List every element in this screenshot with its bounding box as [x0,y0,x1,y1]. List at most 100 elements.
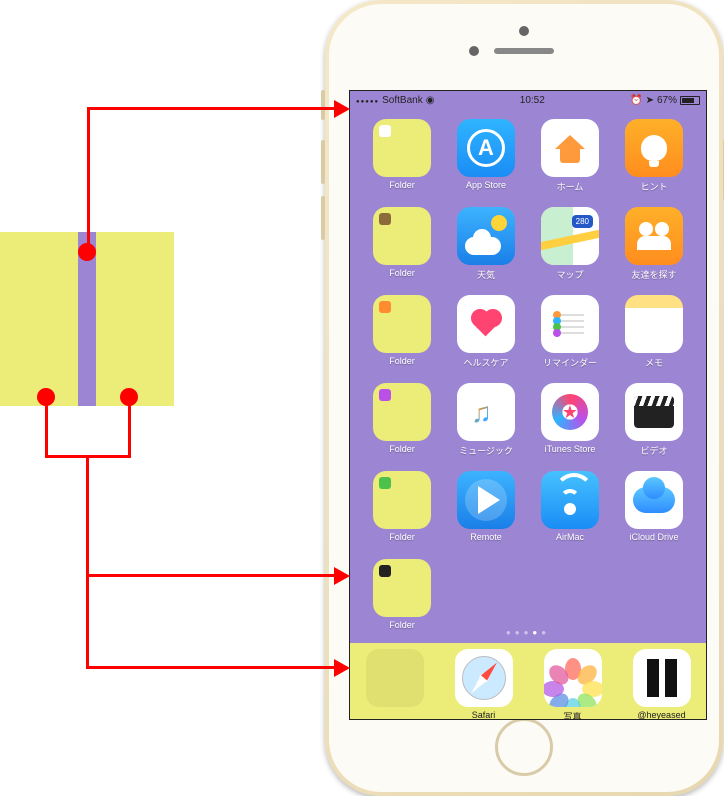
page-indicator[interactable]: ●●●●● [350,628,706,637]
app-label: ヒント [640,180,667,193]
app-friends-1-3[interactable]: 友達を探す [623,207,685,281]
health-icon[interactable] [457,295,515,353]
maps-icon[interactable] [541,207,599,265]
folder-icon[interactable] [373,119,431,177]
folder-icon[interactable] [373,471,431,529]
app-label: メモ [645,356,663,369]
carrier-label: SoftBank [382,95,423,106]
arrow1-v [87,107,90,252]
appstore-icon[interactable]: A [457,119,515,177]
home-icon[interactable] [541,119,599,177]
dock-label: Safari [472,710,496,720]
arrow3-head [334,659,350,677]
icloud-icon[interactable] [625,471,683,529]
app-label: App Store [466,180,506,190]
app-videos-3-3[interactable]: ビデオ [623,383,685,457]
app-music-3-1[interactable]: ミュージック [455,383,517,457]
dock-label: 写真 [563,710,581,720]
airmac-icon[interactable] [541,471,599,529]
friends-icon[interactable] [625,207,683,265]
folder-icon[interactable] [373,207,431,265]
app-label: Folder [389,180,415,190]
app-notes-2-3[interactable]: メモ [623,295,685,369]
dock-app-safari[interactable]: Safari [453,649,515,720]
volume-up-button [321,140,325,184]
arrow3-v [86,574,89,668]
status-bar: SoftBank ◉ 10:52 ⏰ ➤ 67% [350,91,706,109]
app-label: ビデオ [640,444,667,457]
notes-icon[interactable] [625,295,683,353]
app-home-0-2[interactable]: ホーム [539,119,601,193]
dock-app-dockfolder[interactable] [364,649,426,710]
arrow1-head [334,100,350,118]
music-icon[interactable] [457,383,515,441]
app-itunes-3-2[interactable]: iTunes Store [539,383,601,454]
dock-label: @heyeased [637,710,685,720]
node-top [78,243,96,261]
photos-icon[interactable] [544,649,602,707]
app-label: ホーム [557,180,584,193]
phone-frame: SoftBank ◉ 10:52 ⏰ ➤ 67% Folder A App Stor… [329,4,719,792]
earpiece-speaker [494,48,554,54]
app-icloud-4-3[interactable]: iCloud Drive [623,471,685,542]
app-remote-4-1[interactable]: Remote [455,471,517,542]
arrow2-h [86,574,334,577]
volume-down-button [321,196,325,240]
front-camera [469,46,479,56]
app-weather-1-1[interactable]: 天気 [455,207,517,281]
folder-icon[interactable] [373,383,431,441]
arrow3-h [86,666,334,669]
folder-icon[interactable] [373,295,431,353]
weather-icon[interactable] [457,207,515,265]
videos-icon[interactable] [625,383,683,441]
iphone-device: SoftBank ◉ 10:52 ⏰ ➤ 67% Folder A App Stor… [325,0,723,796]
app-label: Remote [470,532,502,542]
alarm-icon: ⏰ [630,95,642,106]
app-folder-2-0[interactable]: Folder [371,295,433,366]
arrow2-vright [128,397,131,457]
app-health-2-1[interactable]: ヘルスケア [455,295,517,369]
mute-switch [321,90,325,120]
node-bottom-right [120,388,138,406]
app-label: 友達を探す [631,268,676,281]
home-screen-grid[interactable]: Folder A App Store ホーム ヒント Folder 天気 マップ友達を探す Fo… [350,119,706,643]
folder-icon[interactable] [373,559,431,617]
safari-icon[interactable] [455,649,513,707]
reminders-icon[interactable] [541,295,599,353]
app-airmac-4-2[interactable]: AirMac [539,471,601,542]
wifi-icon: ◉ [426,95,435,106]
app-label: リマインダー [543,356,597,369]
app-label: Folder [389,268,415,278]
app-label: 天気 [477,268,495,281]
dock[interactable]: Safari 写真 @heyeased [350,643,706,719]
remote-icon[interactable] [457,471,515,529]
battery-icon [680,96,700,105]
app-label: iCloud Drive [629,532,678,542]
dockfolder-icon[interactable] [366,649,424,707]
signal-dots-icon [356,95,379,106]
itunes-icon[interactable] [541,383,599,441]
app-folder-0-0[interactable]: Folder [371,119,433,190]
dock-app-heyeased[interactable]: @heyeased [631,649,693,720]
app-folder-1-0[interactable]: Folder [371,207,433,278]
app-tips-0-3[interactable]: ヒント [623,119,685,193]
location-icon: ➤ [646,95,654,106]
heyeased-icon[interactable] [633,649,691,707]
home-button[interactable] [495,718,553,776]
node-bottom-left [37,388,55,406]
proximity-sensor [519,26,529,36]
arrow1-h [87,107,334,110]
app-folder-5-0[interactable]: Folder [371,559,433,630]
clock: 10:52 [520,95,545,106]
app-folder-3-0[interactable]: Folder [371,383,433,454]
app-reminders-2-2[interactable]: リマインダー [539,295,601,369]
tips-icon[interactable] [625,119,683,177]
app-label: ヘルスケア [463,356,508,369]
app-appstore-0-1[interactable]: A App Store [455,119,517,190]
app-label: AirMac [556,532,584,542]
app-label: Folder [389,532,415,542]
dock-app-photos[interactable]: 写真 [542,649,604,720]
app-folder-4-0[interactable]: Folder [371,471,433,542]
app-maps-1-2[interactable]: マップ [539,207,601,281]
arrow2-vdown [86,455,89,575]
